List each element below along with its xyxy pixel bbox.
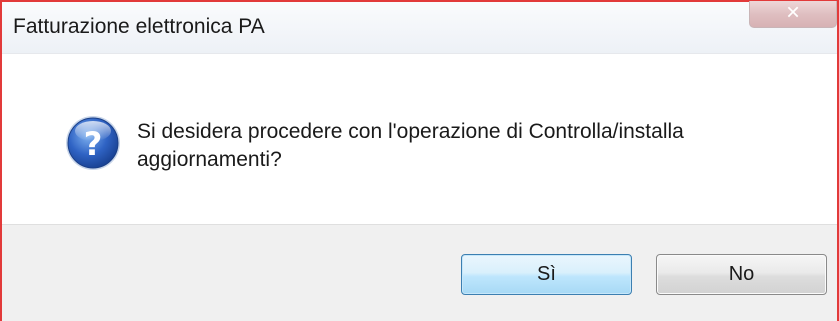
svg-text:?: ? bbox=[84, 125, 103, 163]
yes-button[interactable]: Sì bbox=[461, 254, 632, 295]
close-icon: ✕ bbox=[785, 2, 801, 24]
button-bar: Sì No bbox=[2, 224, 837, 321]
question-icon: ? bbox=[66, 116, 120, 170]
message-area: ? Si desidera procedere con l'operazione… bbox=[2, 54, 837, 224]
dialog-window: Fatturazione elettronica PA ✕ ? Si desid… bbox=[0, 0, 839, 321]
message-text: Si desidera procedere con l'operazione d… bbox=[137, 120, 684, 171]
title-bar[interactable]: Fatturazione elettronica PA ✕ bbox=[2, 1, 837, 54]
close-button[interactable]: ✕ bbox=[749, 1, 837, 28]
no-button[interactable]: No bbox=[656, 254, 827, 295]
window-title: Fatturazione elettronica PA bbox=[13, 15, 265, 38]
